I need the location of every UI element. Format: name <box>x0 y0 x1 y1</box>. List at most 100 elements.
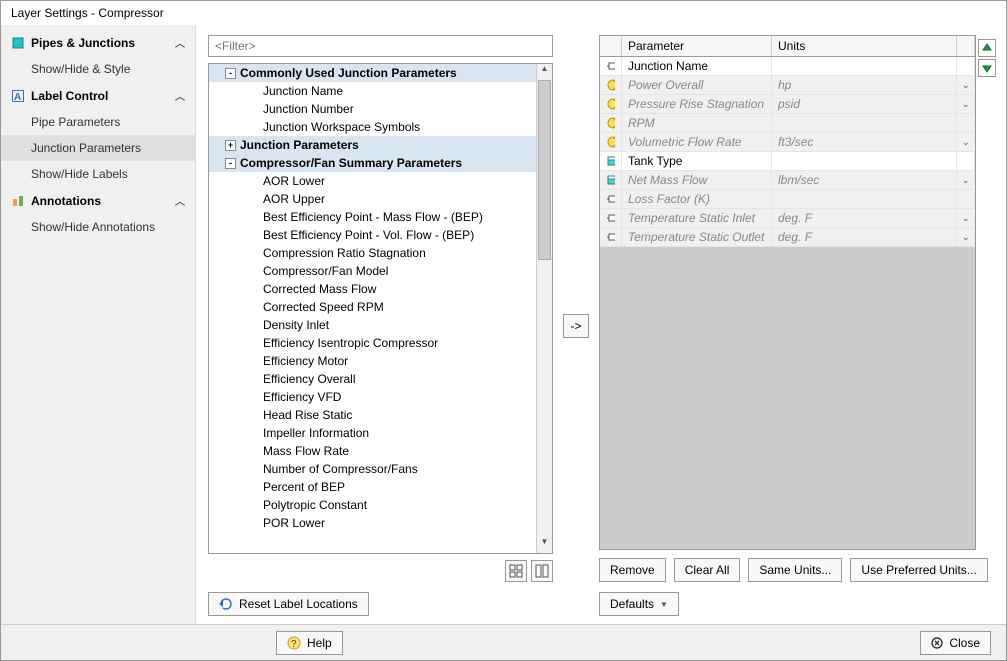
move-up-button[interactable] <box>978 39 996 57</box>
tree-group[interactable]: +Junction Parameters <box>209 136 536 154</box>
tree-item[interactable]: Junction Name <box>209 82 536 100</box>
close-button[interactable]: Close <box>920 631 991 655</box>
tree-scrollbar[interactable]: ▲ ▼ <box>536 64 552 553</box>
expander-icon[interactable]: - <box>225 68 236 79</box>
tree-item[interactable]: Polytropic Constant <box>209 496 536 514</box>
tree-item[interactable]: AOR Upper <box>209 190 536 208</box>
table-row[interactable]: Net Mass Flowlbm/sec ⌄ <box>600 171 975 190</box>
sidebar-item-show-hide-style[interactable]: Show/Hide & Style <box>1 56 195 82</box>
move-right-button[interactable]: -> <box>563 314 588 338</box>
parameter-tree[interactable]: -Commonly Used Junction ParametersJuncti… <box>209 64 536 553</box>
tree-item[interactable]: POR Lower <box>209 514 536 532</box>
unit-dropdown-icon[interactable]: ⌄ <box>962 175 970 186</box>
section-annotations[interactable]: Annotations ︿ <box>1 187 195 214</box>
filter-input[interactable] <box>208 35 553 57</box>
row-type-icon <box>600 228 622 246</box>
section-label-control[interactable]: A Label Control ︿ <box>1 82 195 109</box>
tree-item-label: Percent of BEP <box>263 480 345 494</box>
expand-all-button[interactable] <box>505 560 527 582</box>
tree-item[interactable]: Efficiency Overall <box>209 370 536 388</box>
tree-item[interactable]: Efficiency VFD <box>209 388 536 406</box>
window-title: Layer Settings - Compressor <box>1 1 1006 25</box>
row-unit: deg. F <box>772 209 957 227</box>
remove-button[interactable]: Remove <box>599 558 666 582</box>
scroll-thumb[interactable] <box>538 80 551 260</box>
same-units-button[interactable]: Same Units... <box>748 558 842 582</box>
annotations-icon <box>11 194 25 208</box>
tree-item[interactable]: AOR Lower <box>209 172 536 190</box>
header-parameter[interactable]: Parameter <box>622 36 772 56</box>
tree-item-label: Efficiency Motor <box>263 354 348 368</box>
tree-item-label: Compressor/Fan Model <box>263 264 388 278</box>
use-preferred-units-button[interactable]: Use Preferred Units... <box>850 558 987 582</box>
dropdown-icon: ▼ <box>660 600 668 609</box>
row-parameter: Volumetric Flow Rate <box>622 133 772 151</box>
table-row[interactable]: Loss Factor (K) <box>600 190 975 209</box>
tree-item[interactable]: Mass Flow Rate <box>209 442 536 460</box>
button-label: Reset Label Locations <box>239 597 358 611</box>
defaults-button[interactable]: Defaults ▼ <box>599 592 679 616</box>
scroll-up-icon[interactable]: ▲ <box>537 64 552 80</box>
tree-item[interactable]: Compression Ratio Stagnation <box>209 244 536 262</box>
row-type-icon <box>600 76 622 94</box>
tree-item[interactable]: Number of Compressor/Fans <box>209 460 536 478</box>
tree-item[interactable]: Impeller Information <box>209 424 536 442</box>
tree-wrap: -Commonly Used Junction ParametersJuncti… <box>208 63 553 554</box>
row-unit <box>772 114 957 132</box>
sidebar-item-junction-parameters[interactable]: Junction Parameters <box>1 135 195 161</box>
row-unit: ft3/sec <box>772 133 957 151</box>
footer: ? Help Close <box>1 624 1006 660</box>
tree-item[interactable]: Junction Number <box>209 100 536 118</box>
table-row[interactable]: Junction Name <box>600 57 975 76</box>
header-units[interactable]: Units <box>772 36 957 56</box>
table-row[interactable]: Volumetric Flow Rateft3/sec ⌄ <box>600 133 975 152</box>
unit-dropdown-icon[interactable]: ⌄ <box>962 80 970 91</box>
table-row[interactable]: RPM <box>600 114 975 133</box>
expander-icon[interactable]: - <box>225 158 236 169</box>
table-row[interactable]: Pressure Rise Stagnationpsid⌄ <box>600 95 975 114</box>
clear-all-button[interactable]: Clear All <box>674 558 741 582</box>
tree-item[interactable]: Junction Workspace Symbols <box>209 118 536 136</box>
help-button[interactable]: ? Help <box>276 631 343 655</box>
row-parameter: Net Mass Flow <box>622 171 772 189</box>
tree-item-label: Best Efficiency Point - Mass Flow - (BEP… <box>263 210 483 224</box>
section-label: Pipes & Junctions <box>31 36 135 50</box>
table-row[interactable]: Power Overallhp⌄ <box>600 76 975 95</box>
tree-item[interactable]: Density Inlet <box>209 316 536 334</box>
tree-item[interactable]: Percent of BEP <box>209 478 536 496</box>
tree-item[interactable]: Corrected Speed RPM <box>209 298 536 316</box>
move-down-button[interactable] <box>978 59 996 77</box>
row-parameter: RPM <box>622 114 772 132</box>
sidebar-item-show-hide-annotations[interactable]: Show/Hide Annotations <box>1 214 195 240</box>
collapse-all-button[interactable] <box>531 560 553 582</box>
tree-group[interactable]: -Commonly Used Junction Parameters <box>209 64 536 82</box>
table-row[interactable]: Tank Type <box>600 152 975 171</box>
row-unit: lbm/sec <box>772 171 957 189</box>
row-unit <box>772 190 957 208</box>
tree-item-label: Number of Compressor/Fans <box>263 462 418 476</box>
svg-text:?: ? <box>291 639 297 650</box>
unit-dropdown-icon[interactable]: ⌄ <box>962 232 970 243</box>
row-type-icon <box>600 171 622 189</box>
tree-group[interactable]: -Compressor/Fan Summary Parameters <box>209 154 536 172</box>
sidebar-item-show-hide-labels[interactable]: Show/Hide Labels <box>1 161 195 187</box>
expander-icon[interactable]: + <box>225 140 236 151</box>
row-unit: hp <box>772 76 957 94</box>
tree-item[interactable]: Best Efficiency Point - Mass Flow - (BEP… <box>209 208 536 226</box>
row-type-icon <box>600 133 622 151</box>
unit-dropdown-icon[interactable]: ⌄ <box>962 213 970 224</box>
reset-label-locations-button[interactable]: Reset Label Locations <box>208 592 369 616</box>
tree-item[interactable]: Head Rise Static <box>209 406 536 424</box>
tree-item[interactable]: Corrected Mass Flow <box>209 280 536 298</box>
tree-item[interactable]: Compressor/Fan Model <box>209 262 536 280</box>
tree-item[interactable]: Best Efficiency Point - Vol. Flow - (BEP… <box>209 226 536 244</box>
sidebar-item-pipe-parameters[interactable]: Pipe Parameters <box>1 109 195 135</box>
tree-item[interactable]: Efficiency Motor <box>209 352 536 370</box>
unit-dropdown-icon[interactable]: ⌄ <box>962 99 970 110</box>
unit-dropdown-icon[interactable]: ⌄ <box>962 137 970 148</box>
tree-item[interactable]: Efficiency Isentropic Compressor <box>209 334 536 352</box>
table-row[interactable]: Temperature Static Outletdeg. F⌄ <box>600 228 975 247</box>
scroll-down-icon[interactable]: ▼ <box>537 537 552 553</box>
section-pipes-junctions[interactable]: Pipes & Junctions ︿ <box>1 29 195 56</box>
table-row[interactable]: Temperature Static Inletdeg. F⌄ <box>600 209 975 228</box>
